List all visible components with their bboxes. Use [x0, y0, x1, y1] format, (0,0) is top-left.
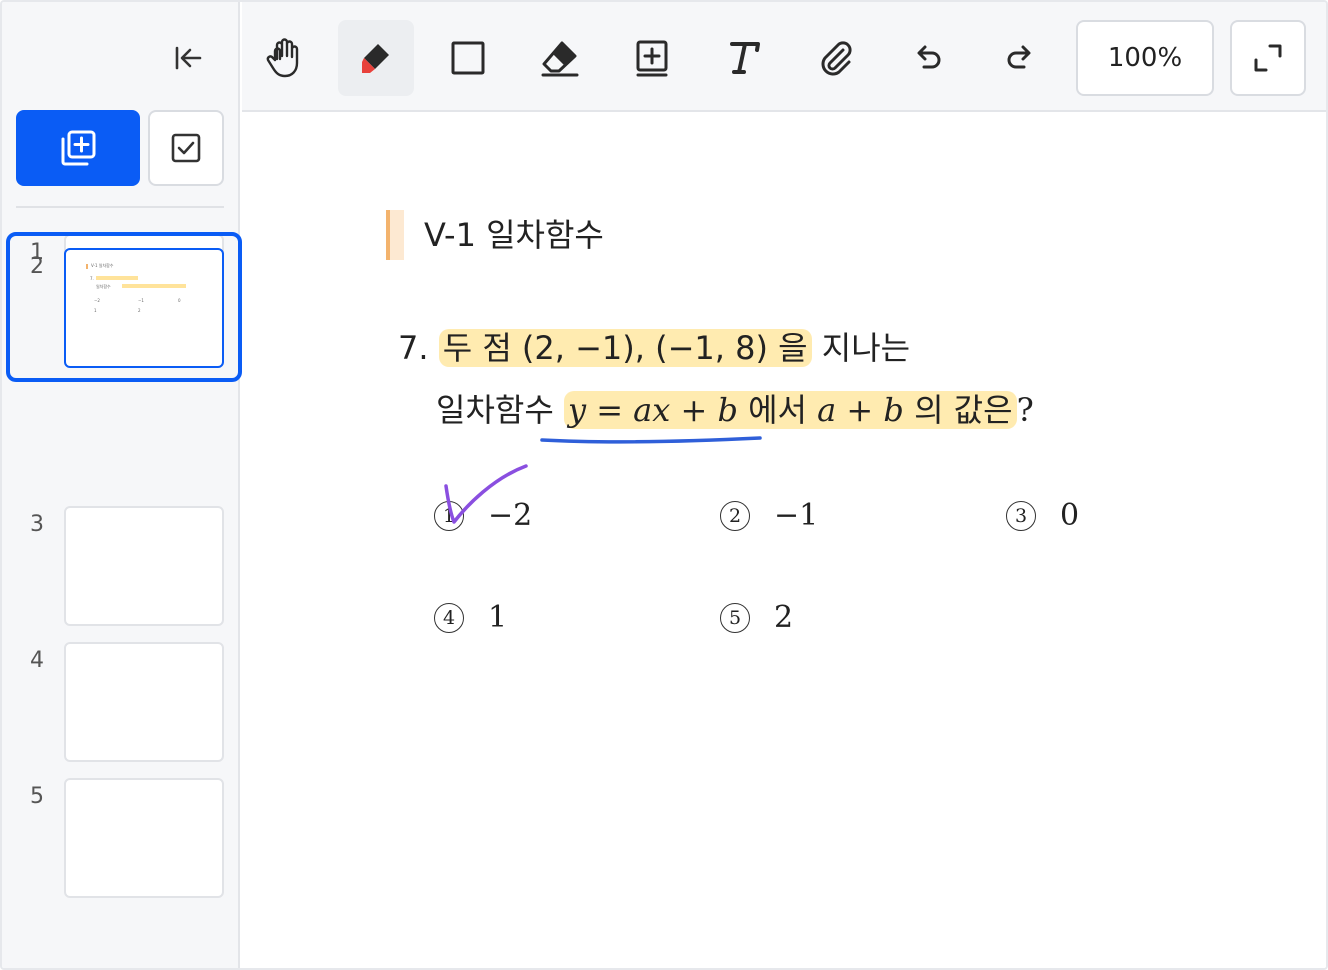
question-number: 7. [398, 329, 429, 367]
question-text: 의 값은 [903, 391, 1013, 429]
equation: y = ax + b [567, 391, 738, 429]
page-number: 5 [30, 784, 44, 809]
thumbnail-choice: 0 [178, 298, 181, 303]
page-thumbnail[interactable] [64, 778, 224, 898]
choice-marker: 2 [720, 500, 750, 531]
page-number: 2 [30, 254, 44, 279]
choice-5[interactable]: 5 2 [720, 600, 793, 635]
choice-2[interactable]: 2 −1 [720, 498, 818, 533]
question-mark: ? [1016, 391, 1034, 429]
choice-3[interactable]: 3 0 [1006, 498, 1079, 533]
thumbnail-choice: 1 [94, 308, 97, 313]
pen-checkmark-stroke [444, 464, 528, 524]
highlighted-phrase: 두 점 (2, −1), (−1, 8) 을 [438, 329, 812, 367]
question-line-2: 일차함수 y = ax + b 에서 a + b 의 값은? [436, 388, 1034, 432]
app-window: 1 2 V-1 일차함수 7. 일차함수 −2 −1 0 1 2 3 4 5 1… [0, 0, 1328, 970]
choice-value: 2 [774, 600, 794, 635]
page-thumbnail-item[interactable]: 4 [2, 640, 240, 776]
choice-value: −1 [774, 498, 819, 533]
page-thumbnail[interactable] [64, 642, 224, 762]
thumbnail-line: 일차함수 [96, 284, 111, 289]
page-number: 4 [30, 648, 44, 673]
choice-value: 0 [1060, 498, 1080, 533]
collapse-sidebar-button[interactable] [166, 38, 210, 78]
undo-icon [917, 45, 941, 69]
eraser-tool-button[interactable] [522, 20, 598, 96]
hand-tool-button[interactable] [246, 20, 322, 96]
question-line-1: 7. 두 점 (2, −1), (−1, 8) 을 지나는 [398, 326, 910, 370]
choice-marker: 3 [1006, 500, 1036, 531]
thumbnail-line: 7. [90, 276, 94, 281]
page-sidebar: 1 2 V-1 일차함수 7. 일차함수 −2 −1 0 1 2 3 4 5 [2, 2, 242, 968]
choice-value: 1 [488, 600, 508, 635]
question-text: 지나는 [811, 329, 911, 367]
add-box-tool-button[interactable] [614, 20, 690, 96]
pen-underline-stroke [540, 436, 762, 444]
attachment-icon [821, 41, 852, 76]
undo-button[interactable] [890, 20, 966, 96]
highlighter-tool-button[interactable] [338, 20, 414, 96]
page-thumbnail-item-selected[interactable]: 2 V-1 일차함수 7. 일차함수 −2 −1 0 1 2 [2, 110, 242, 388]
question-text: 일차함수 [436, 391, 564, 429]
redo-icon [1007, 45, 1031, 69]
thumbnail-choice: −2 [94, 298, 100, 303]
expand-icon [1254, 44, 1282, 72]
document-canvas[interactable]: V-1 일차함수 7. 두 점 (2, −1), (−1, 8) 을 지나는 일… [242, 114, 1326, 968]
hand-icon [266, 38, 299, 78]
rectangle-tool-button[interactable] [430, 20, 506, 96]
drawing-toolbar: 100% [242, 2, 1326, 112]
page-thumbnail[interactable] [64, 506, 224, 626]
page-number: 3 [30, 512, 44, 537]
choice-4[interactable]: 4 1 [434, 600, 507, 635]
question-text: 에서 [737, 391, 818, 429]
zoom-level-button[interactable]: 100% [1076, 20, 1214, 96]
expression: a + b [817, 391, 904, 429]
collapse-left-icon [175, 46, 202, 70]
page-thumbnail-item[interactable]: 3 [2, 504, 240, 640]
section-title: V-1 일차함수 [424, 216, 604, 254]
eraser-icon [541, 41, 579, 77]
thumbnail-title: V-1 일차함수 [91, 263, 114, 268]
rectangle-icon [451, 41, 485, 75]
page-thumbnail-item[interactable]: 5 [2, 776, 240, 912]
fullscreen-button[interactable] [1230, 20, 1306, 96]
choice-marker: 5 [720, 602, 750, 633]
attachment-tool-button[interactable] [798, 20, 874, 96]
page-thumbnail[interactable]: V-1 일차함수 7. 일차함수 −2 −1 0 1 2 [64, 248, 224, 368]
highlighter-icon [362, 44, 389, 73]
choice-marker: 4 [434, 602, 464, 633]
thumbnail-choice: −1 [138, 298, 144, 303]
text-icon [730, 42, 760, 74]
add-box-icon [636, 40, 668, 77]
text-tool-button[interactable] [706, 20, 782, 96]
section-marker [386, 210, 404, 260]
redo-button[interactable] [982, 20, 1058, 96]
thumbnail-choice: 2 [138, 308, 141, 313]
